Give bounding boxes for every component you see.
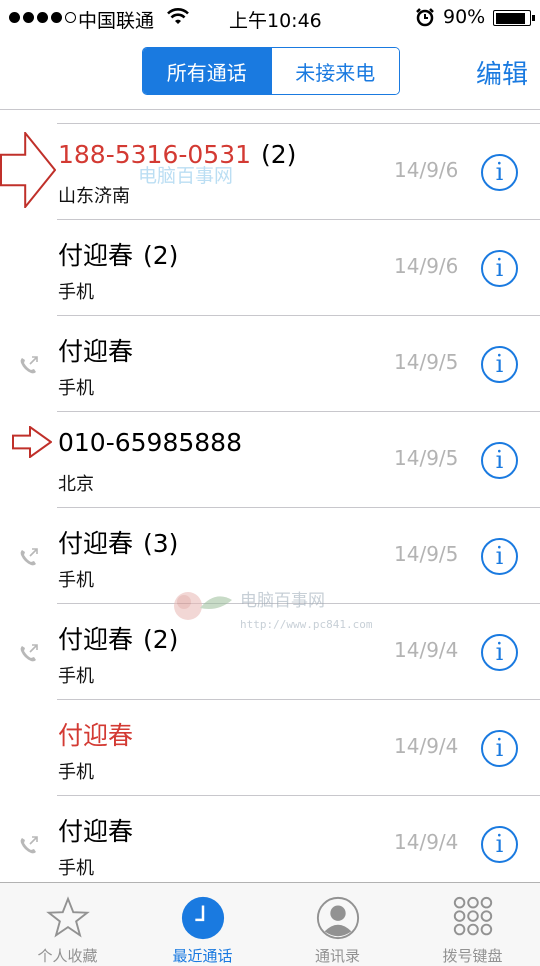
- outgoing-call-icon: [20, 644, 38, 662]
- tab-recents[interactable]: 最近通话: [135, 883, 270, 966]
- call-count: (2): [143, 241, 179, 270]
- alarm-icon: [416, 8, 434, 27]
- watermark-brand: 电脑百事网: [240, 591, 325, 611]
- caller-location: 手机: [58, 666, 94, 687]
- info-icon[interactable]: i: [481, 250, 518, 287]
- clock-icon: [181, 896, 224, 940]
- tab-bar: 个人收藏 最近通话 通讯录 拨号键盘: [0, 882, 540, 966]
- call-date: 14/9/5: [394, 446, 459, 470]
- edit-button[interactable]: 编辑: [476, 54, 528, 91]
- call-row[interactable]: 188-5316-0531 (2) 山东济南 14/9/6 i: [0, 124, 540, 220]
- info-icon[interactable]: i: [481, 442, 518, 479]
- caller-name: 付迎春: [58, 625, 134, 654]
- caller-name-line: 付迎春 (2): [58, 236, 178, 272]
- tab-label: 通讯录: [314, 947, 360, 965]
- call-row[interactable]: 付迎春手机 14/9/4 i: [0, 796, 540, 892]
- wifi-icon: [167, 8, 189, 24]
- call-row[interactable]: 付迎春 (2) 手机 14/9/6 i: [0, 220, 540, 316]
- caller-location: 山东济南: [58, 186, 130, 207]
- call-row[interactable]: 010-65985888 北京 14/9/5 i: [0, 412, 540, 508]
- contact-icon: [316, 896, 359, 940]
- signal-strength-icon: [9, 12, 76, 23]
- call-date: 14/9/5: [394, 350, 459, 374]
- caller-location: 手机: [58, 570, 94, 591]
- outgoing-call-icon: [20, 548, 38, 566]
- caller-name-line: 付迎春 (3): [58, 524, 178, 560]
- annotation-arrow-icon: [12, 426, 52, 458]
- call-date: 14/9/6: [394, 254, 459, 278]
- caller-name-line: 付迎春: [58, 812, 133, 848]
- segment-missed-calls[interactable]: 未接来电: [270, 48, 399, 94]
- tab-keypad[interactable]: 拨号键盘: [405, 883, 540, 966]
- info-icon[interactable]: i: [481, 730, 518, 767]
- caller-location: 北京: [58, 474, 94, 495]
- call-date: 14/9/5: [394, 542, 459, 566]
- caller-name: 付迎春: [58, 241, 134, 270]
- caller-location: 手机: [58, 762, 94, 783]
- battery-percent: 90%: [443, 6, 486, 28]
- caller-name-line: 010-65985888: [58, 428, 242, 457]
- info-icon[interactable]: i: [481, 538, 518, 575]
- outgoing-call-icon: [20, 356, 38, 374]
- carrier-name: 中国联通: [78, 10, 155, 32]
- info-icon[interactable]: i: [481, 346, 518, 383]
- outgoing-call-icon: [20, 836, 38, 854]
- call-date: 14/9/4: [394, 638, 459, 662]
- keypad-icon: [453, 896, 492, 936]
- nav-bar: 所有通话 未接来电 编辑: [0, 36, 540, 110]
- star-icon: [45, 896, 90, 938]
- call-date: 14/9/6: [394, 158, 459, 182]
- tab-label: 最近通话: [172, 947, 233, 965]
- call-date: 14/9/4: [394, 734, 459, 758]
- battery-icon: [493, 10, 535, 26]
- caller-name-line: 付迎春: [58, 716, 133, 752]
- annotation-arrow-icon: [0, 132, 56, 208]
- caller-location: 手机: [58, 858, 94, 879]
- tab-label: 拨号键盘: [442, 947, 503, 965]
- call-row[interactable]: 付迎春手机 14/9/4 i: [0, 700, 540, 796]
- status-bar: 中国联通 上午10:46 90%: [0, 0, 540, 36]
- call-date: 14/9/4: [394, 830, 459, 854]
- info-icon[interactable]: i: [481, 826, 518, 863]
- caller-name: 付迎春: [58, 721, 134, 750]
- caller-location: 手机: [58, 282, 94, 303]
- watermark-url: http://www.pc841.com: [240, 618, 373, 631]
- call-filter-segmented-control: 所有通话 未接来电: [142, 47, 400, 95]
- info-icon[interactable]: i: [481, 634, 518, 671]
- tab-favorites[interactable]: 个人收藏: [0, 883, 135, 966]
- info-icon[interactable]: i: [481, 154, 518, 191]
- caller-name: 010-65985888: [58, 428, 242, 457]
- watermark-text: 电脑百事网: [138, 165, 234, 187]
- segment-all-calls[interactable]: 所有通话: [143, 48, 271, 94]
- caller-name-line: 付迎春: [58, 332, 133, 368]
- watermark-logo: 电脑百事网 http://www.pc841.com: [174, 591, 373, 631]
- status-time: 上午10:46: [229, 10, 322, 32]
- caller-name: 付迎春: [58, 817, 134, 846]
- call-row[interactable]: 付迎春手机 14/9/5 i: [0, 316, 540, 412]
- caller-location: 手机: [58, 378, 94, 399]
- call-count: (2): [261, 140, 297, 169]
- tab-contacts[interactable]: 通讯录: [270, 883, 405, 966]
- caller-name: 付迎春: [58, 529, 134, 558]
- call-count: (3): [143, 529, 179, 558]
- tab-label: 个人收藏: [37, 947, 98, 965]
- caller-name: 付迎春: [58, 337, 134, 366]
